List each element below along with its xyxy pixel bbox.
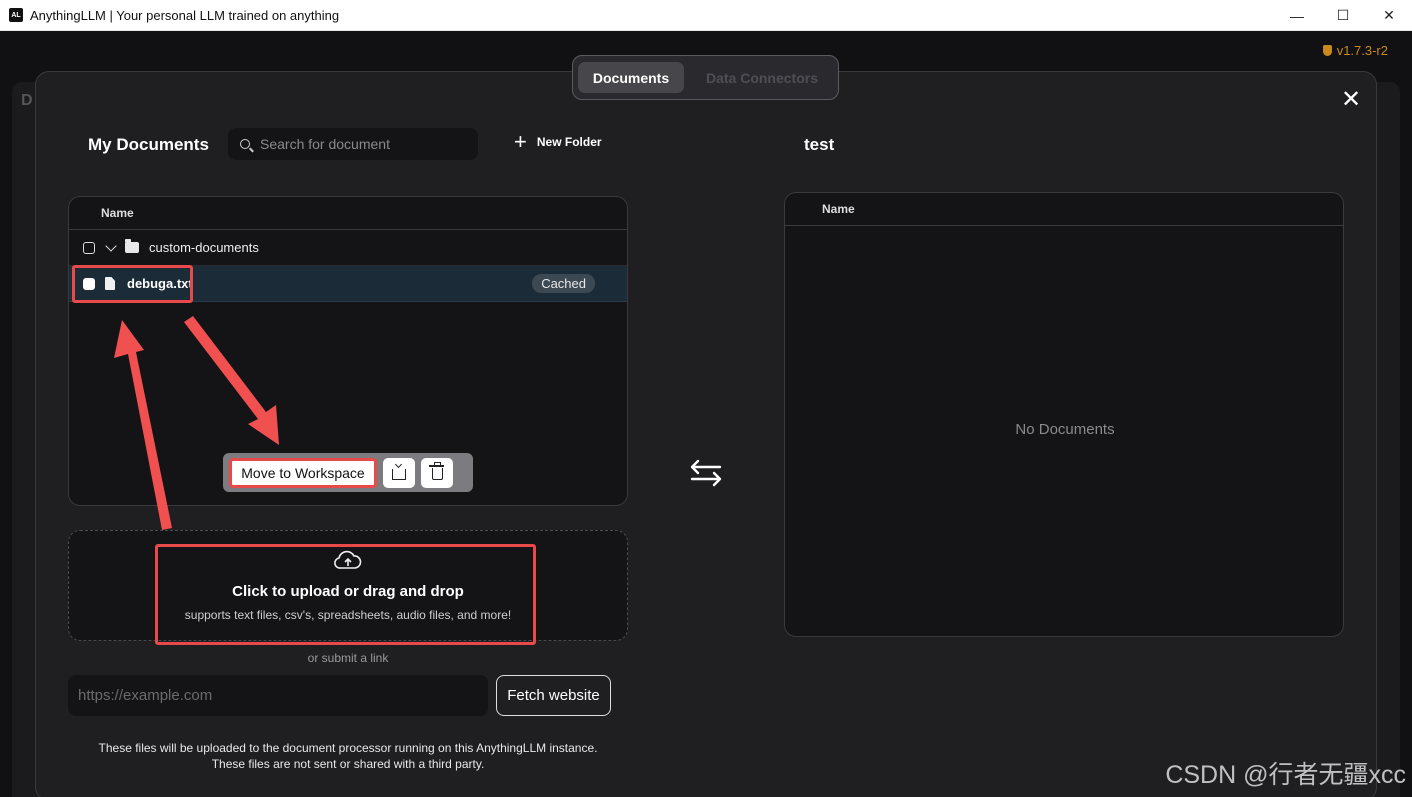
folder-row[interactable]: custom-documents	[69, 230, 627, 266]
folder-icon	[125, 239, 139, 253]
maximize-button[interactable]: ☐	[1320, 0, 1366, 31]
submit-link-label: or submit a link	[307, 651, 389, 665]
background-letter: D	[21, 92, 33, 109]
new-folder-label: New Folder	[536, 135, 602, 149]
workspace-title: test	[804, 135, 835, 154]
version-text: v1.7.3-r2	[1336, 43, 1388, 58]
csdn-watermark: CSDN @行者无疆xcc	[1165, 761, 1406, 789]
window-titlebar: AL AnythingLLM | Your personal LLM train…	[0, 0, 1412, 31]
disclaimer-line-1: These files will be uploaded to the docu…	[98, 741, 598, 755]
minimize-button[interactable]: —	[1274, 0, 1320, 31]
disclaimer-line-2: These files are not sent or shared with …	[211, 757, 485, 771]
tab-documents[interactable]: Documents	[578, 62, 684, 93]
tab-data-connectors[interactable]: Data Connectors	[692, 62, 832, 93]
upload-highlight-box	[155, 544, 536, 645]
download-tray-icon	[392, 469, 406, 480]
version-badge[interactable]: v1.7.3-r2	[1322, 43, 1388, 58]
chevron-down-icon[interactable]	[105, 239, 117, 252]
move-to-workspace-button[interactable]: Move to Workspace	[229, 457, 377, 488]
modal-tabs: Documents Data Connectors	[572, 55, 839, 100]
window-close-button[interactable]: ✕	[1366, 0, 1412, 31]
selection-action-bar: Move to Workspace	[223, 453, 473, 492]
window-title: AnythingLLM | Your personal LLM trained …	[30, 7, 340, 23]
url-input[interactable]	[68, 675, 488, 716]
folder-checkbox[interactable]	[83, 241, 95, 254]
folder-name: custom-documents	[149, 240, 259, 255]
empty-state-text: No Documents	[1015, 421, 1115, 438]
delete-button[interactable]	[421, 457, 453, 488]
search-icon	[240, 139, 250, 149]
move-to-folder-button[interactable]	[383, 457, 415, 488]
swap-arrows-icon[interactable]	[690, 457, 722, 489]
workspace-column-header: Name	[785, 193, 1343, 226]
workspace-documents-list: Name No Documents	[784, 192, 1344, 637]
file-highlight-box	[72, 265, 193, 303]
trash-icon	[428, 462, 444, 480]
upload-disclaimer: These files will be uploaded to the docu…	[68, 740, 628, 772]
modal-close-icon[interactable]: ✕	[1337, 85, 1365, 113]
plus-icon: +	[514, 129, 527, 154]
fetch-website-button[interactable]: Fetch website	[496, 675, 611, 716]
app-logo-icon: AL	[9, 8, 23, 22]
document-search[interactable]	[228, 128, 478, 160]
search-input[interactable]	[260, 136, 460, 152]
my-documents-title: My Documents	[88, 135, 209, 154]
shield-icon	[1322, 45, 1332, 56]
window-controls: — ☐ ✕	[1274, 0, 1412, 31]
new-folder-button[interactable]: + New Folder	[514, 129, 602, 154]
documents-column-header: Name	[69, 197, 627, 230]
cached-badge: Cached	[532, 274, 595, 293]
